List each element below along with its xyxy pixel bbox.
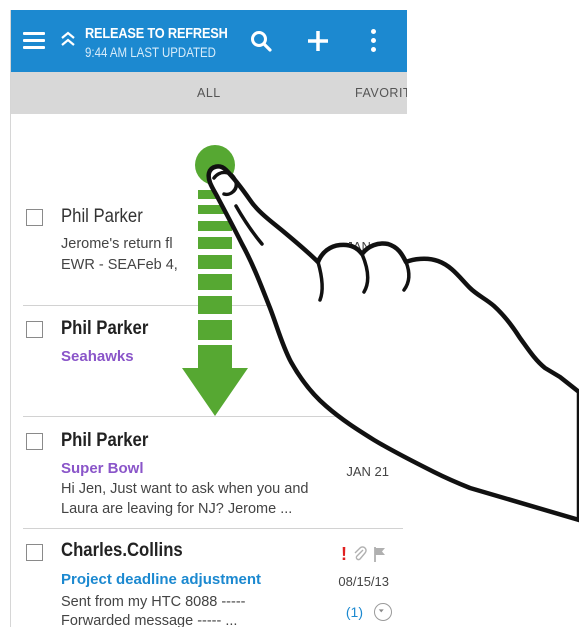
email-preview-line2: Laura are leaving for NJ? Jerome ... [61, 501, 293, 517]
flag-icon[interactable] [373, 546, 387, 562]
add-icon[interactable] [307, 30, 329, 52]
phone-screen: RELEASE TO REFRESH 9:44 AM LAST UPDATED … [10, 10, 407, 627]
refresh-title: RELEASE TO REFRESH [85, 25, 228, 42]
select-checkbox[interactable] [26, 433, 43, 450]
divider [23, 305, 403, 306]
email-preview-line2: EWR - SEAFeb 4, [61, 257, 178, 273]
email-sender: Phil Parker [61, 318, 149, 339]
collapse-chevron-icon[interactable] [60, 30, 76, 48]
search-icon[interactable] [250, 30, 272, 52]
tab-bar: ALL FAVORITES [11, 72, 407, 114]
email-row[interactable]: Phil Parker Super Bowl Hi Jen, Just want… [11, 422, 407, 522]
email-date: JAN 21 [346, 239, 389, 254]
email-row[interactable]: Phil Parker Seahawks [11, 310, 407, 410]
tab-all[interactable]: ALL [197, 86, 221, 100]
email-date: JAN 21 [346, 464, 389, 479]
attachment-icon [354, 546, 367, 561]
email-preview-line2: Forwarded message ----- ... [61, 613, 238, 627]
action-bar: RELEASE TO REFRESH 9:44 AM LAST UPDATED [11, 10, 407, 72]
thread-count[interactable]: (1) [346, 604, 363, 620]
email-subject: Super Bowl [61, 460, 144, 477]
select-checkbox[interactable] [26, 544, 43, 561]
select-checkbox[interactable] [26, 321, 43, 338]
email-sender: Phil Parker [61, 430, 149, 451]
email-subject: Seahawks [61, 348, 134, 365]
email-sender: Phil Parker [61, 206, 143, 227]
divider [23, 528, 403, 529]
important-icon: ! [341, 544, 347, 564]
email-subject: Project deadline adjustment [61, 571, 262, 588]
divider [23, 416, 403, 417]
email-preview-line1: Hi Jen, Just want to ask when you and [61, 481, 309, 497]
select-checkbox[interactable] [26, 209, 43, 226]
tab-favorites[interactable]: FAVORITES [355, 86, 407, 100]
email-date: 08/15/13 [338, 574, 389, 589]
menu-icon[interactable] [23, 32, 45, 50]
status-icons: ! [341, 544, 389, 564]
last-updated: 9:44 AM LAST UPDATED [85, 45, 216, 60]
email-preview-line1: Jerome's return fl [61, 236, 173, 252]
email-row[interactable]: Charles.Collins ! Project deadline adjus… [11, 532, 407, 627]
email-row[interactable]: Phil Parker Jerome's return fl EWR - SEA… [11, 198, 407, 298]
expand-icon[interactable] [374, 603, 392, 621]
overflow-menu-icon[interactable] [371, 29, 377, 53]
email-sender: Charles.Collins [61, 540, 183, 561]
email-preview-line1: Sent from my HTC 8088 ----- [61, 594, 246, 610]
refresh-status: RELEASE TO REFRESH 9:44 AM LAST UPDATED [85, 25, 235, 60]
